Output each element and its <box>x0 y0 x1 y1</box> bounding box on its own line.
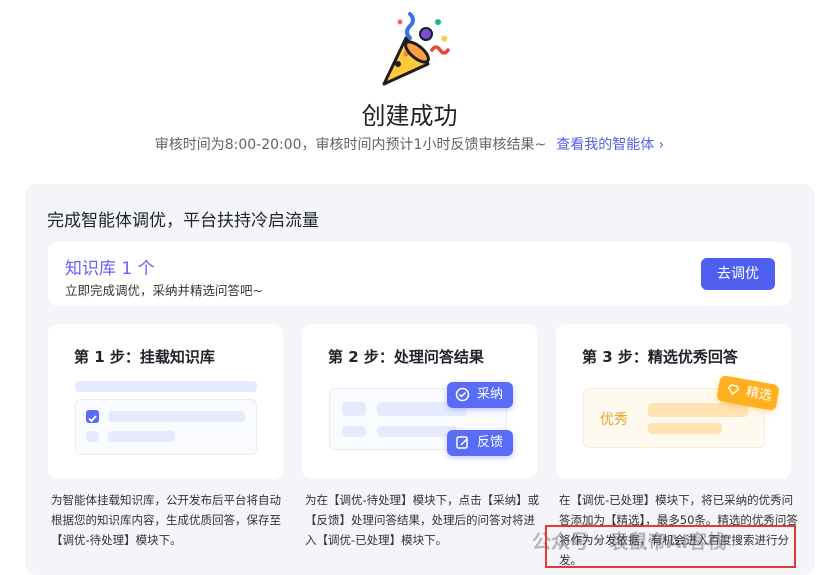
placeholder-bar <box>648 423 722 434</box>
checkbox-checked-icon <box>86 410 99 423</box>
go-tune-button[interactable]: 去调优 <box>701 258 775 290</box>
step-1-card: 第 1 步：挂载知识库 <box>48 324 283 479</box>
placeholder-bar <box>75 381 257 392</box>
tuning-panel: 完成智能体调优，平台扶持冷启流量 知识库 1 个 立即完成调优，采纳并精选问答吧… <box>25 184 815 575</box>
knowledge-base-card: 知识库 1 个 立即完成调优，采纳并精选问答吧~ 去调优 <box>48 242 791 306</box>
party-popper-icon <box>382 12 450 86</box>
review-info: 审核时间为8:00-20:00，审核时间内预计1小时反馈审核结果~ 查看我的智能体… <box>0 134 819 154</box>
step-1-title: 第 1 步：挂载知识库 <box>74 348 215 366</box>
edit-icon <box>456 436 468 449</box>
placeholder-bar <box>342 402 366 416</box>
adopt-chip: 采纳 <box>447 382 513 408</box>
placeholder-bar <box>342 426 366 437</box>
feedback-chip: 反馈 <box>447 430 513 456</box>
step-3-title: 第 3 步：精选优秀回答 <box>582 348 738 366</box>
featured-label: 精选 <box>744 384 774 405</box>
step-3-card: 第 3 步：精选优秀回答 优秀 精选 <box>556 324 791 479</box>
annotation-highlight-box <box>545 525 796 568</box>
excellent-label: 优秀 <box>600 412 628 428</box>
step-2-card: 第 2 步：处理问答结果 采纳 反馈 <box>302 324 537 479</box>
knowledge-base-subtitle: 立即完成调优，采纳并精选问答吧~ <box>65 283 263 298</box>
panel-title: 完成智能体调优，平台扶持冷启流量 <box>47 211 319 231</box>
placeholder-bar <box>108 431 175 442</box>
placeholder-bar <box>86 431 99 442</box>
view-my-agents-link[interactable]: 查看我的智能体 › <box>556 137 664 153</box>
feedback-label: 反馈 <box>477 435 504 450</box>
step-2-title: 第 2 步：处理问答结果 <box>328 348 484 366</box>
page-title: 创建成功 <box>361 102 458 130</box>
diamond-icon <box>727 384 740 396</box>
step-1-description: 为智能体挂载知识库，公开发布后平台将自动根据您的知识库内容，生成优质回答，保存至… <box>51 493 281 547</box>
knowledge-base-count: 知识库 1 个 <box>65 259 155 279</box>
review-time-text: 审核时间为8:00-20:00，审核时间内预计1小时反馈审核结果~ <box>154 137 547 153</box>
placeholder-bar <box>648 403 748 417</box>
placeholder-bar <box>377 426 457 437</box>
check-circle-icon <box>455 387 470 402</box>
step-2-description: 为在【调优-待处理】模块下，点击【采纳】或【反馈】处理问答结果，处理后的问答对将… <box>305 493 540 547</box>
placeholder-bar <box>108 411 245 422</box>
adopt-label: 采纳 <box>477 387 504 402</box>
kb-list-illustration <box>75 399 257 455</box>
